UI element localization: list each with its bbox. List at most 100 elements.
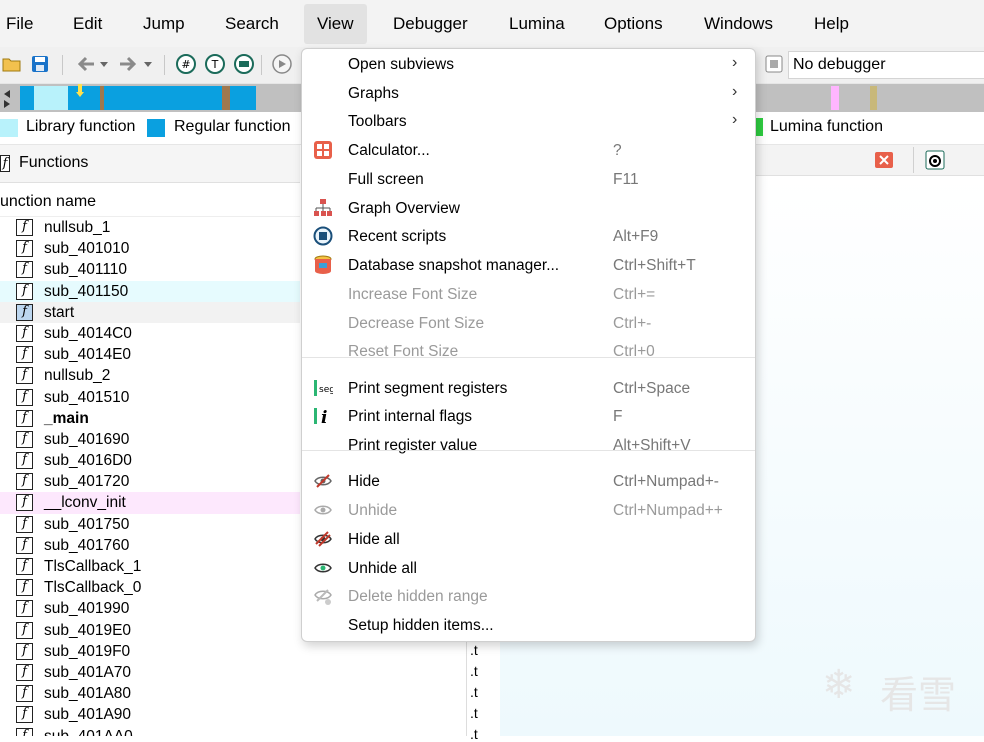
function-icon: f: [16, 219, 33, 236]
watermark-text: 看雪: [880, 673, 957, 717]
svg-text:i: i: [321, 408, 327, 426]
tab-separator: [913, 147, 914, 173]
functions-tab[interactable]: f Functions: [0, 145, 300, 183]
menu-item-unhide-all[interactable]: Unhide all: [302, 554, 755, 583]
menu-item-open-subviews[interactable]: Open subviews ›: [302, 50, 755, 79]
function-row[interactable]: f _main: [0, 408, 300, 429]
function-row[interactable]: f sub_401010: [0, 238, 300, 259]
debugger-select[interactable]: No debugger: [788, 51, 984, 79]
menu-item-label: Unhide: [348, 502, 398, 519]
back-arrow-icon[interactable]: [76, 54, 96, 74]
close-icon[interactable]: [875, 152, 893, 168]
chevron-down-icon[interactable]: [142, 54, 154, 74]
function-icon: f: [16, 303, 33, 321]
menu-item-print-internal-flags[interactable]: i Print internal flags F: [302, 402, 755, 431]
menu-file[interactable]: File: [0, 0, 46, 47]
functions-list[interactable]: f nullsub_1 f sub_401010 f sub_401110 f sub_401…: [0, 217, 300, 736]
forward-arrow-icon[interactable]: [118, 54, 138, 74]
function-row[interactable]: f sub_401A70: [0, 662, 300, 683]
menu-item-toolbars[interactable]: Toolbars ›: [302, 107, 755, 136]
legend-label-lumina: Lumina function: [770, 118, 883, 135]
menu-item-hide[interactable]: Hide Ctrl+Numpad+-: [302, 467, 755, 496]
menu-item-shortcut: Ctrl+Numpad+-: [613, 473, 719, 490]
function-row[interactable]: f sub_401510: [0, 387, 300, 408]
menu-item-calculator[interactable]: Calculator...?: [302, 136, 755, 165]
column-header-label: unction name: [0, 193, 97, 210]
text-icon[interactable]: T: [205, 54, 225, 74]
menu-help[interactable]: Help: [801, 0, 862, 47]
recent-scripts-icon: [313, 226, 333, 246]
menu-item-label: Full screen: [348, 171, 424, 188]
view-icon[interactable]: [925, 150, 945, 170]
menu-windows[interactable]: Windows: [691, 0, 786, 47]
function-name: start: [44, 303, 75, 321]
function-row[interactable]: f TlsCallback_1: [0, 556, 300, 577]
watermark-logo: ❄ 看雪: [822, 660, 972, 717]
menu-item-recent-scripts[interactable]: Recent scripts Alt+F9: [302, 222, 755, 251]
menu-item-setup-hidden-items[interactable]: Setup hidden items...: [302, 611, 755, 640]
function-row[interactable]: f sub_4019E0: [0, 620, 300, 641]
unhide-all-icon: [314, 563, 332, 573]
function-row[interactable]: f sub_401150: [0, 280, 300, 302]
menu-item-graph-overview[interactable]: Graph Overview: [302, 194, 755, 223]
open-folder-icon[interactable]: [2, 54, 22, 74]
function-row[interactable]: f TlsCallback_0: [0, 577, 300, 598]
menu-jump[interactable]: Jump: [130, 0, 198, 47]
menu-edit[interactable]: Edit: [60, 0, 115, 47]
debugger-checkbox-icon[interactable]: [764, 54, 784, 74]
menu-item-label: Database snapshot manager...: [348, 257, 560, 274]
function-row[interactable]: f sub_4014E0: [0, 344, 300, 365]
menu-item-hide-all[interactable]: Hide all: [302, 525, 755, 554]
function-row[interactable]: f sub_401AA0: [0, 726, 300, 736]
menu-item-full-screen[interactable]: Full screen F11: [302, 165, 755, 194]
nav-segment: [230, 86, 256, 110]
bytes-icon[interactable]: [234, 54, 254, 74]
function-row[interactable]: f sub_401990: [0, 598, 300, 619]
function-row[interactable]: f sub_4019F0: [0, 641, 300, 662]
function-row[interactable]: f sub_401A80: [0, 683, 300, 704]
hash-icon[interactable]: #: [176, 54, 196, 74]
function-row[interactable]: f sub_4014C0: [0, 323, 300, 344]
menu-item-shortcut: Ctrl+0: [613, 343, 655, 360]
chevron-down-icon[interactable]: [98, 54, 110, 74]
menu-item-graphs[interactable]: Graphs ›: [302, 79, 755, 108]
function-row[interactable]: f sub_401A90: [0, 704, 300, 725]
function-row[interactable]: f sub_401110: [0, 259, 300, 280]
nav-segment: [831, 86, 839, 110]
nav-segment: [20, 86, 34, 110]
menu-debugger[interactable]: Debugger: [380, 0, 481, 47]
chevron-right-icon: ›: [732, 54, 738, 71]
menu-options[interactable]: Options: [591, 0, 676, 47]
column-header-function-name[interactable]: unction name: [0, 186, 300, 217]
nav-left-arrows-icon[interactable]: [2, 88, 12, 108]
nav-segment: [68, 86, 100, 110]
function-row[interactable]: f nullsub_2: [0, 365, 300, 386]
svg-text:seg: seg: [319, 385, 333, 395]
function-row[interactable]: f nullsub_1: [0, 217, 300, 238]
snowflake-icon: ❄: [822, 662, 856, 708]
chevron-right-icon: ›: [732, 111, 738, 128]
function-row[interactable]: f sub_401690: [0, 429, 300, 450]
save-icon[interactable]: [30, 54, 50, 74]
execute-icon[interactable]: [272, 54, 292, 74]
menu-search[interactable]: Search: [212, 0, 292, 47]
function-row[interactable]: f start: [0, 301, 300, 323]
function-icon: f: [16, 727, 33, 736]
menu-lumina[interactable]: Lumina: [496, 0, 578, 47]
nav-segment: [222, 86, 230, 110]
legend-label-regular: Regular function: [174, 118, 291, 135]
function-row[interactable]: f sub_401760: [0, 535, 300, 556]
function-row[interactable]: f sub_401750: [0, 514, 300, 535]
nav-segment: [34, 86, 68, 110]
function-name: sub_401510: [44, 388, 130, 406]
menu-view[interactable]: View: [304, 4, 367, 44]
menu-item-print-segment-registers[interactable]: seg Print segment registers Ctrl+Space: [302, 374, 755, 403]
functions-tab-title: Functions: [19, 154, 89, 171]
menu-item-database-snapshot-manager[interactable]: Database snapshot manager... Ctrl+Shift+T: [302, 251, 755, 280]
nav-position-marker-icon: [76, 84, 84, 97]
menu-item-print-register-value[interactable]: Print register value Alt+Shift+V: [302, 431, 755, 460]
function-row[interactable]: f sub_4016D0: [0, 450, 300, 471]
function-row[interactable]: f __lconv_init: [0, 492, 300, 514]
function-icon: f: [16, 261, 33, 279]
function-row[interactable]: f sub_401720: [0, 471, 300, 492]
